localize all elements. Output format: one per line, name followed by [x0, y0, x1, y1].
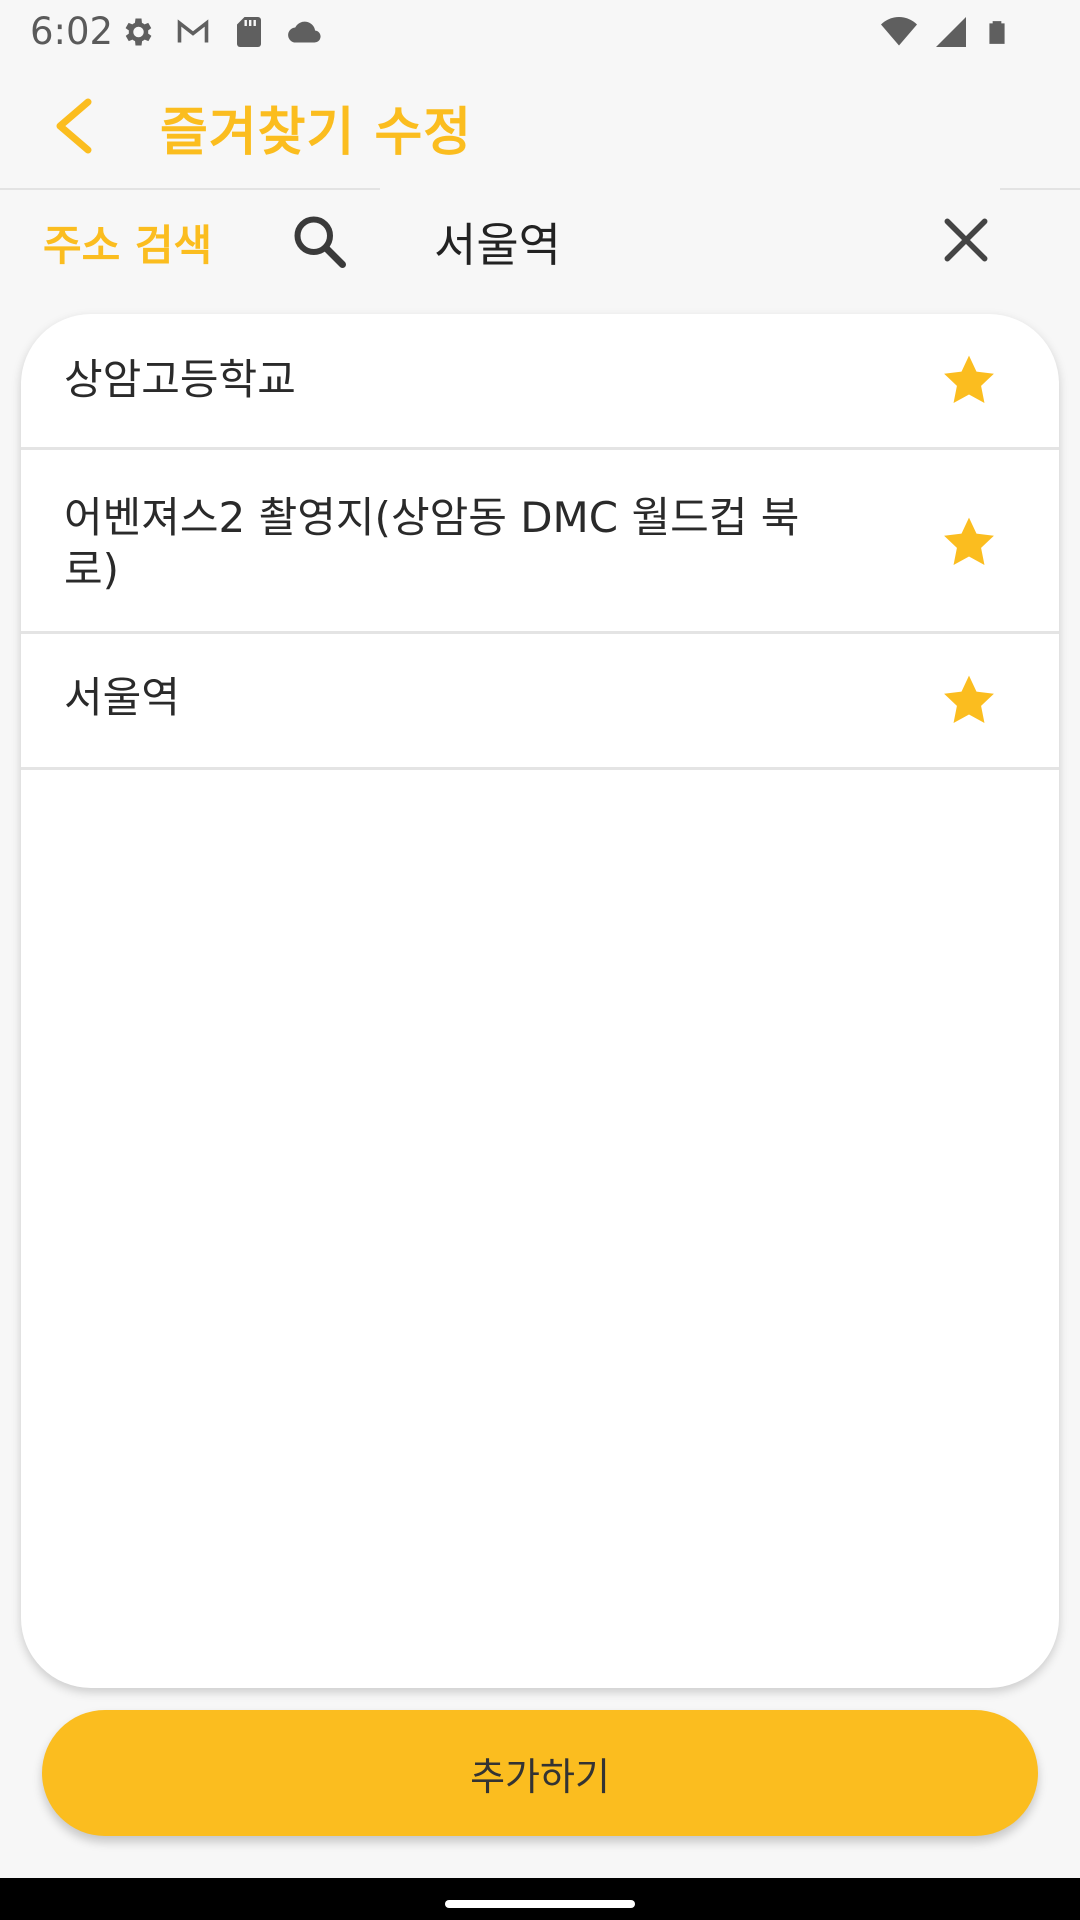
- status-bar: 6:02: [0, 0, 1080, 62]
- gmail-icon: [177, 19, 209, 43]
- navigation-bar: [0, 1878, 1080, 1920]
- list-item[interactable]: 서울역: [21, 634, 1059, 770]
- page-title: 즐겨찾기 수정: [160, 103, 473, 163]
- search-label: 주소 검색: [43, 221, 213, 270]
- search-icon[interactable]: [290, 212, 350, 272]
- chevron-left-icon: [56, 98, 92, 154]
- cloud-icon: [288, 21, 321, 43]
- settings-icon: [125, 18, 152, 46]
- list-item-label: 서울역: [64, 673, 180, 722]
- wifi-icon: [881, 17, 917, 46]
- app-bar: 즐겨찾기 수정: [0, 62, 1080, 190]
- close-icon[interactable]: [938, 212, 994, 268]
- search-input[interactable]: [432, 206, 906, 278]
- list-item[interactable]: 어벤져스2 촬영지(상암동 DMC 월드컵 북로): [21, 450, 1059, 634]
- back-button[interactable]: [46, 94, 106, 158]
- status-icons-right: [880, 14, 1010, 50]
- status-time: 6:02: [30, 10, 114, 53]
- list-item-label: 상암고등학교: [64, 355, 296, 404]
- star-icon[interactable]: [939, 514, 999, 572]
- sd-card-icon: [237, 17, 261, 47]
- list-item[interactable]: 상암고등학교: [21, 314, 1059, 450]
- star-icon[interactable]: [939, 672, 999, 730]
- cell-signal-icon: [936, 17, 966, 47]
- battery-icon: [989, 21, 1005, 44]
- status-icons-left: [118, 14, 324, 50]
- add-button[interactable]: 추가하기: [42, 1710, 1038, 1836]
- star-icon[interactable]: [939, 352, 999, 410]
- home-handle[interactable]: [445, 1900, 635, 1908]
- favorites-list: 상암고등학교 어벤져스2 촬영지(상암동 DMC 월드컵 북로) 서울역: [21, 314, 1059, 1688]
- search-row: 주소 검색: [0, 192, 1080, 292]
- list-item-label: 어벤져스2 촬영지(상암동 DMC 월드컵 북로): [64, 493, 800, 594]
